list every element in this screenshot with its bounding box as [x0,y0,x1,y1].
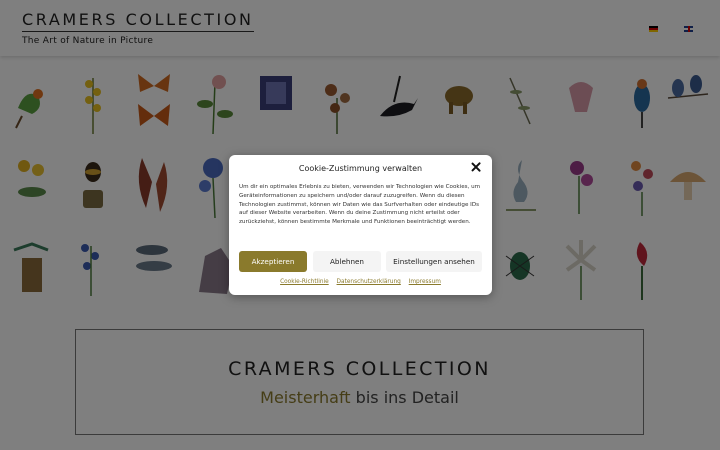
close-icon[interactable] [469,160,483,174]
privacy-policy-link[interactable]: Datenschutzerklärung [337,279,401,285]
cookie-modal-links: Cookie-Richtlinie Datenschutzerklärung I… [229,279,492,285]
cookie-modal-text: Um dir ein optimales Erlebnis zu bieten,… [239,184,481,226]
cookie-modal-title: Cookie-Zustimmung verwalten [298,164,423,173]
cookie-consent-modal: Cookie-Zustimmung verwalten Um dir ein o… [229,155,492,295]
imprint-link[interactable]: Impressum [409,279,441,285]
cookie-policy-link[interactable]: Cookie-Richtlinie [280,279,329,285]
deny-button[interactable]: Ablehnen [313,251,381,272]
settings-button[interactable]: Einstellungen ansehen [386,251,482,272]
accept-button[interactable]: Akzeptieren [239,251,307,272]
